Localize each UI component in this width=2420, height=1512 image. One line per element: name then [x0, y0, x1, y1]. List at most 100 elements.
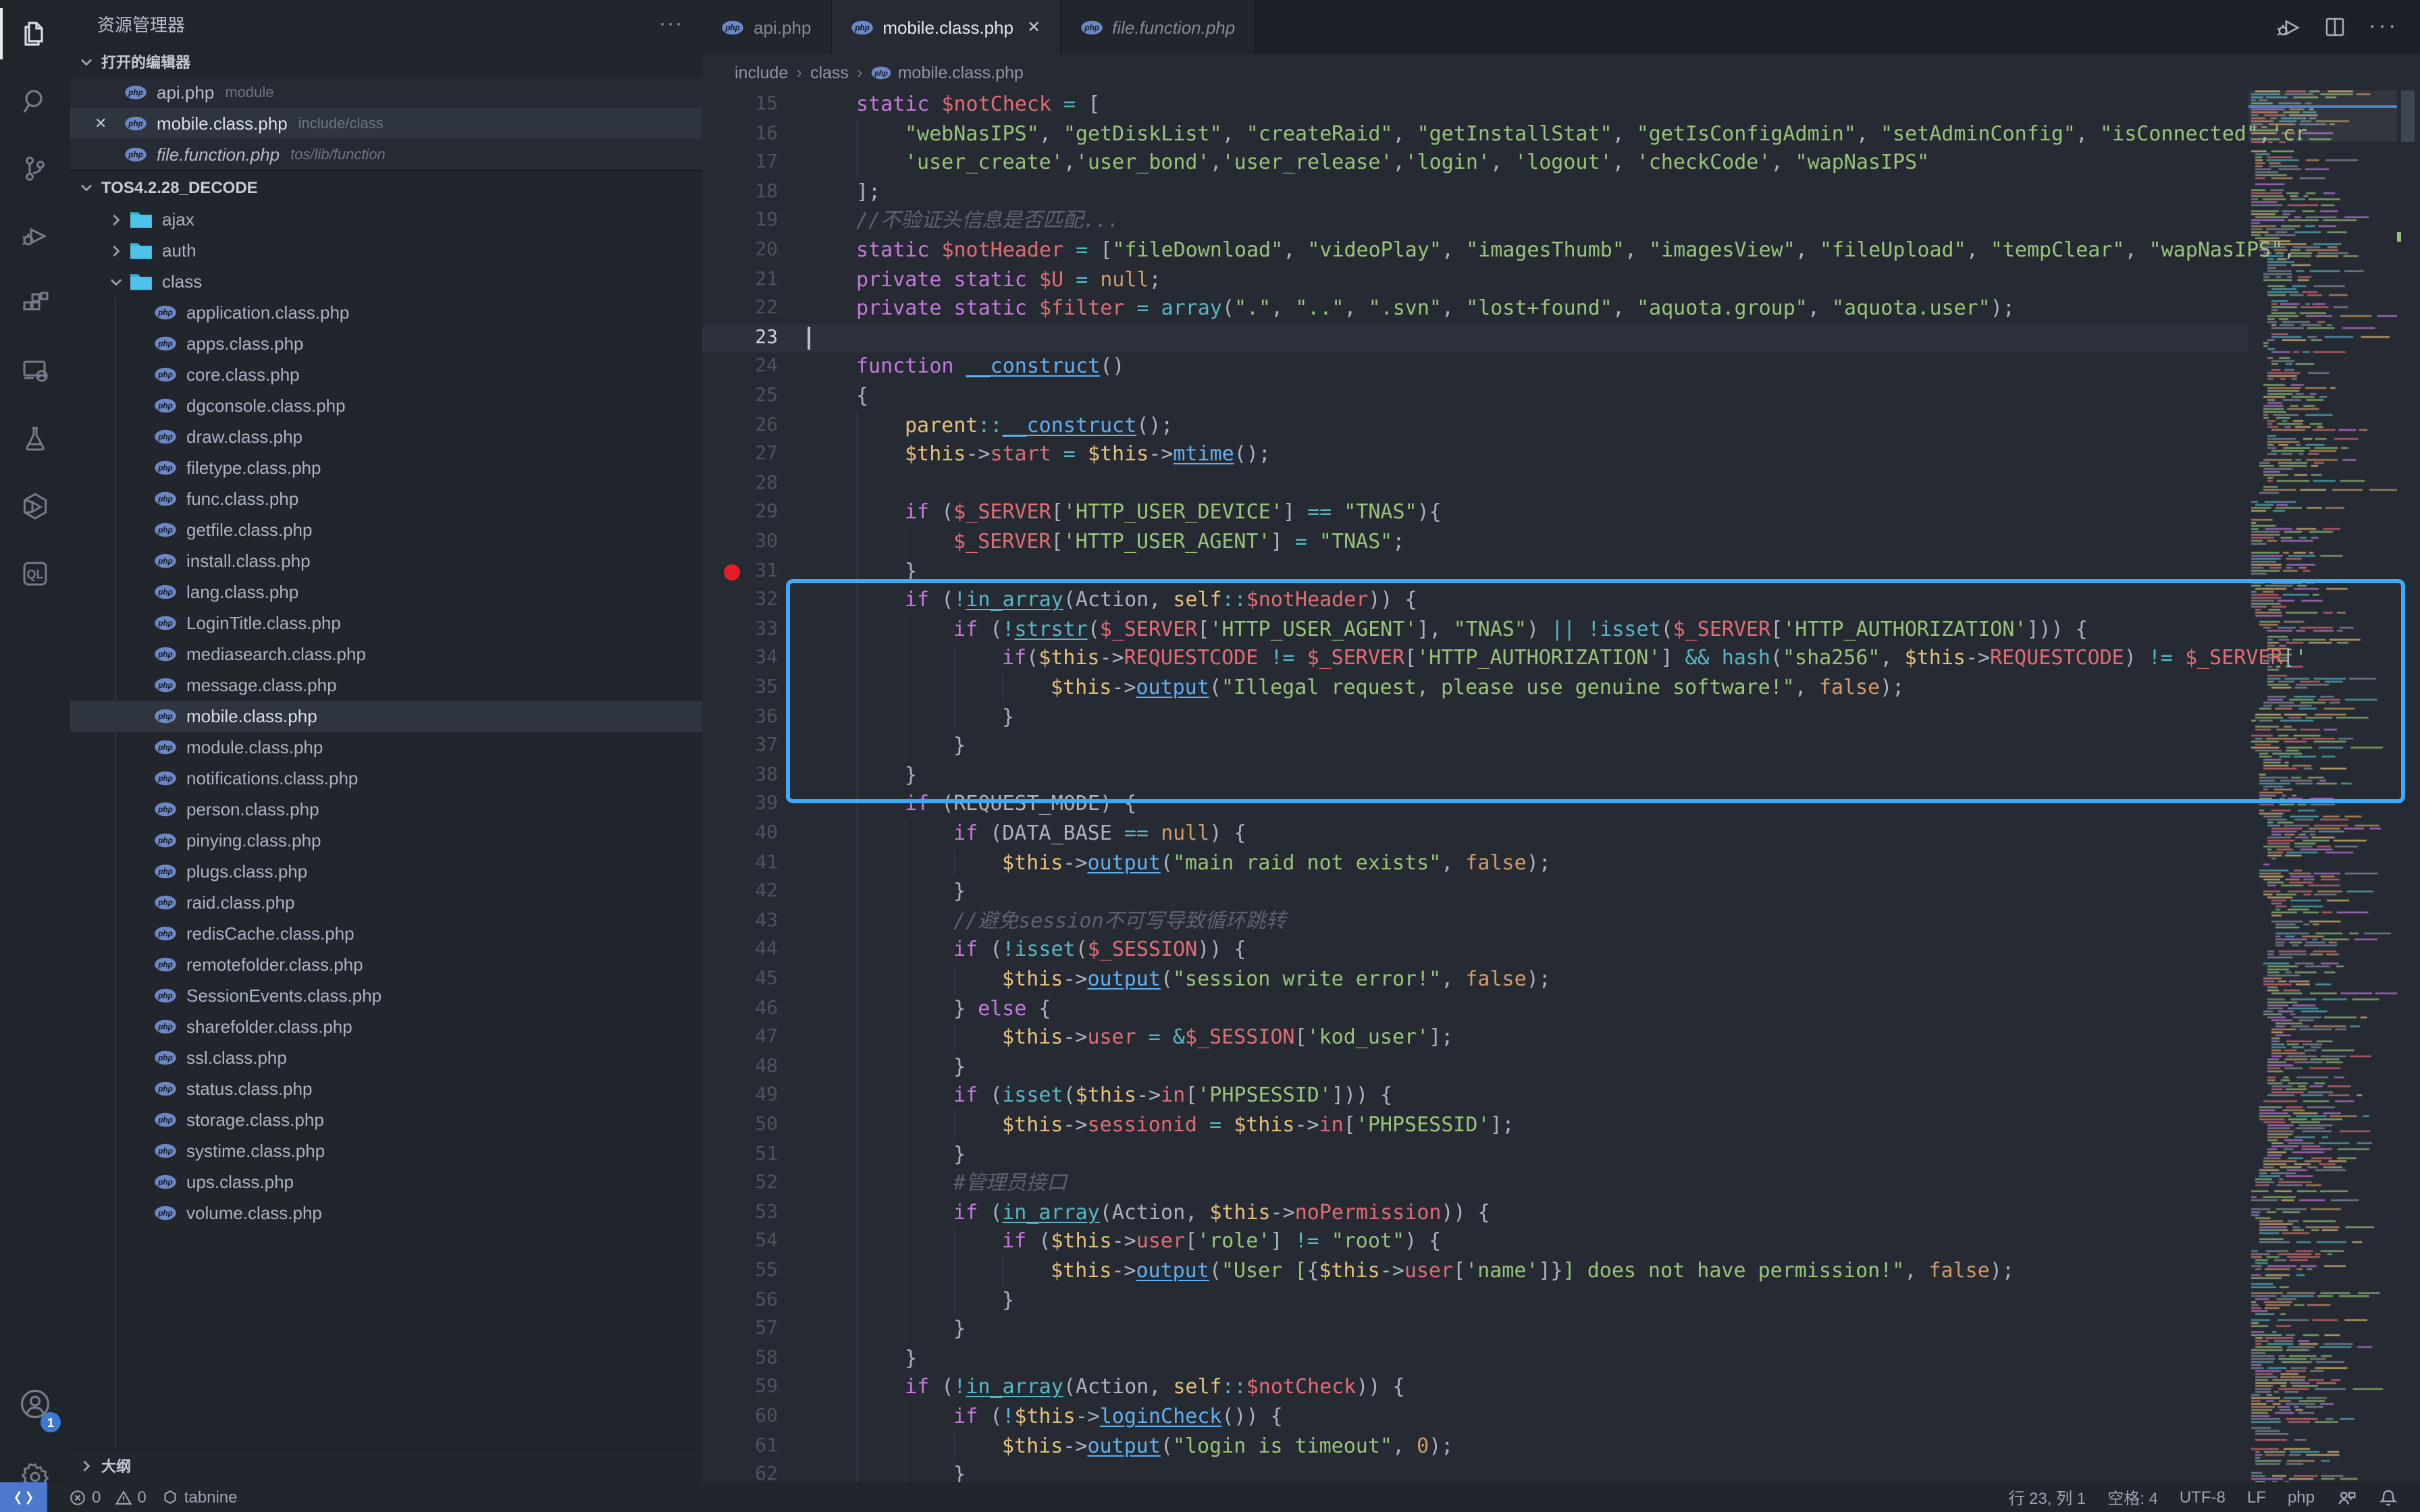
code-line[interactable]: 42}	[702, 878, 2420, 907]
breadcrumb-item[interactable]: phpmobile.class.php	[871, 63, 1024, 82]
line-number[interactable]: 29	[702, 499, 778, 528]
code-line[interactable]: 38}	[702, 761, 2420, 790]
source-control-icon[interactable]	[0, 135, 70, 202]
file-item[interactable]: phpfunc.class.php	[70, 483, 702, 514]
open-editor-item[interactable]: phpapi.phpmodule	[70, 77, 702, 108]
line-number[interactable]: 22	[702, 294, 778, 323]
code-line[interactable]: 21private static $U = null;	[702, 265, 2420, 294]
file-item[interactable]: phpups.class.php	[70, 1166, 702, 1197]
file-item[interactable]: phpnotifications.class.php	[70, 763, 702, 794]
workspace-root-header[interactable]: TOS4.2.28_DECODE	[70, 170, 702, 204]
open-editor-item[interactable]: ✕phpmobile.class.phpinclude/class	[70, 108, 702, 139]
file-item[interactable]: phpmediasearch.class.php	[70, 639, 702, 670]
code-line[interactable]: 40if (DATA_BASE == null) {	[702, 819, 2420, 848]
code-line[interactable]: 43//避免session不可写导致循环跳转	[702, 907, 2420, 936]
line-number[interactable]: 28	[702, 470, 778, 499]
file-item[interactable]: phpLoginTitle.class.php	[70, 608, 702, 639]
line-number[interactable]: 41	[702, 848, 778, 878]
indentation-setting[interactable]: 空格: 4	[2097, 1482, 2169, 1512]
folder-item[interactable]: auth	[70, 235, 702, 266]
code-line[interactable]: 23	[702, 324, 2420, 353]
code-line[interactable]: 20static $notHeader = ["fileDownload", "…	[702, 236, 2420, 265]
line-number[interactable]: 42	[702, 878, 778, 907]
cursor-position[interactable]: 行 23, 列 1	[1998, 1482, 2097, 1512]
encoding-setting[interactable]: UTF-8	[2169, 1482, 2236, 1512]
line-number[interactable]: 45	[702, 965, 778, 994]
file-item[interactable]: phpremotefolder.class.php	[70, 949, 702, 980]
line-number[interactable]: 46	[702, 994, 778, 1023]
code-line[interactable]: 24function __construct()	[702, 353, 2420, 382]
line-number[interactable]: 17	[702, 148, 778, 178]
line-number[interactable]: 24	[702, 353, 778, 382]
file-item[interactable]: phpapps.class.php	[70, 328, 702, 359]
file-item[interactable]: phpapplication.class.php	[70, 297, 702, 328]
line-number[interactable]: 53	[702, 1199, 778, 1228]
code-line[interactable]: 53if (in_array(Action, $this->noPermissi…	[702, 1199, 2420, 1228]
file-item[interactable]: phpdgconsole.class.php	[70, 390, 702, 421]
line-number[interactable]: 15	[702, 90, 778, 119]
code-line[interactable]: 56}	[702, 1286, 2420, 1315]
code-line[interactable]: 16"webNasIPS", "getDiskList", "createRai…	[702, 119, 2420, 148]
file-item[interactable]: phpSessionEvents.class.php	[70, 980, 702, 1011]
code-line[interactable]: 46} else {	[702, 994, 2420, 1023]
notifications-bell-icon[interactable]	[2367, 1482, 2409, 1512]
line-number[interactable]: 23	[702, 324, 778, 353]
line-number[interactable]: 62	[702, 1461, 778, 1482]
code-line[interactable]: 44if (!isset($_SESSION)) {	[702, 936, 2420, 965]
extensions-icon[interactable]	[0, 270, 70, 338]
line-number[interactable]: 18	[702, 178, 778, 207]
file-item[interactable]: phpplugs.class.php	[70, 856, 702, 887]
run-debug-icon[interactable]	[0, 202, 70, 270]
code-line[interactable]: 28	[702, 470, 2420, 499]
line-number[interactable]: 35	[702, 674, 778, 703]
code-editor[interactable]: 15static $notCheck = [16"webNasIPS", "ge…	[702, 90, 2420, 1482]
line-number[interactable]: 25	[702, 382, 778, 411]
code-line[interactable]: 27$this->start = $this->mtime();	[702, 440, 2420, 469]
remote-indicator[interactable]	[0, 1482, 47, 1512]
breadcrumb-item[interactable]: class	[810, 63, 849, 82]
search-icon[interactable]	[0, 68, 70, 135]
file-item[interactable]: phpdraw.class.php	[70, 421, 702, 452]
code-line[interactable]: 32if (!in_array(Action, self::$notHeader…	[702, 586, 2420, 615]
line-number[interactable]: 58	[702, 1345, 778, 1374]
account-icon[interactable]: 1	[0, 1366, 70, 1442]
file-item[interactable]: phppinying.class.php	[70, 825, 702, 856]
file-item[interactable]: phpfiletype.class.php	[70, 452, 702, 483]
code-line[interactable]: 29if ($_SERVER['HTTP_USER_DEVICE'] == "T…	[702, 499, 2420, 528]
line-number[interactable]: 51	[702, 1140, 778, 1169]
code-line[interactable]: 33if (!strstr($_SERVER['HTTP_USER_AGENT'…	[702, 616, 2420, 645]
line-number[interactable]: 19	[702, 207, 778, 236]
line-number[interactable]: 54	[702, 1228, 778, 1257]
line-number[interactable]: 38	[702, 761, 778, 790]
close-icon[interactable]: ✕	[95, 115, 107, 132]
file-item[interactable]: phpmodule.class.php	[70, 732, 702, 763]
line-number[interactable]: 39	[702, 790, 778, 819]
sidebar-more-actions-icon[interactable]: ···	[659, 12, 683, 35]
open-editor-item[interactable]: phpfile.function.phptos/lib/function	[70, 139, 702, 170]
code-line[interactable]: 45$this->output("session write error!", …	[702, 965, 2420, 994]
code-line[interactable]: 25{	[702, 382, 2420, 411]
file-item[interactable]: phpredisCache.class.php	[70, 918, 702, 949]
line-number[interactable]: 26	[702, 411, 778, 440]
hexagon-play-icon[interactable]	[0, 473, 70, 540]
sidebar-section-大纲[interactable]: 大纲	[70, 1450, 702, 1481]
line-number[interactable]: 16	[702, 119, 778, 148]
line-number[interactable]: 59	[702, 1374, 778, 1403]
code-line[interactable]: 51}	[702, 1140, 2420, 1169]
test-flask-icon[interactable]	[0, 405, 70, 473]
explorer-icon[interactable]	[0, 0, 70, 68]
run-or-debug-icon[interactable]	[2276, 14, 2301, 40]
codeql-icon[interactable]: QL	[0, 540, 70, 608]
line-number[interactable]: 34	[702, 645, 778, 674]
problems-indicator[interactable]: 0 0	[61, 1482, 155, 1512]
code-line[interactable]: 60if (!$this->loginCheck()) {	[702, 1403, 2420, 1432]
split-editor-icon[interactable]	[2323, 15, 2347, 39]
code-line[interactable]: 22private static $filter = array(".", ".…	[702, 294, 2420, 323]
close-icon[interactable]: ✕	[1027, 18, 1041, 36]
folder-item[interactable]: class	[70, 266, 702, 297]
line-number[interactable]: 44	[702, 936, 778, 965]
file-item[interactable]: phpmessage.class.php	[70, 670, 702, 701]
file-item[interactable]: phpinstall.class.php	[70, 545, 702, 576]
line-number[interactable]: 31	[702, 557, 778, 586]
code-line[interactable]: 57}	[702, 1315, 2420, 1344]
